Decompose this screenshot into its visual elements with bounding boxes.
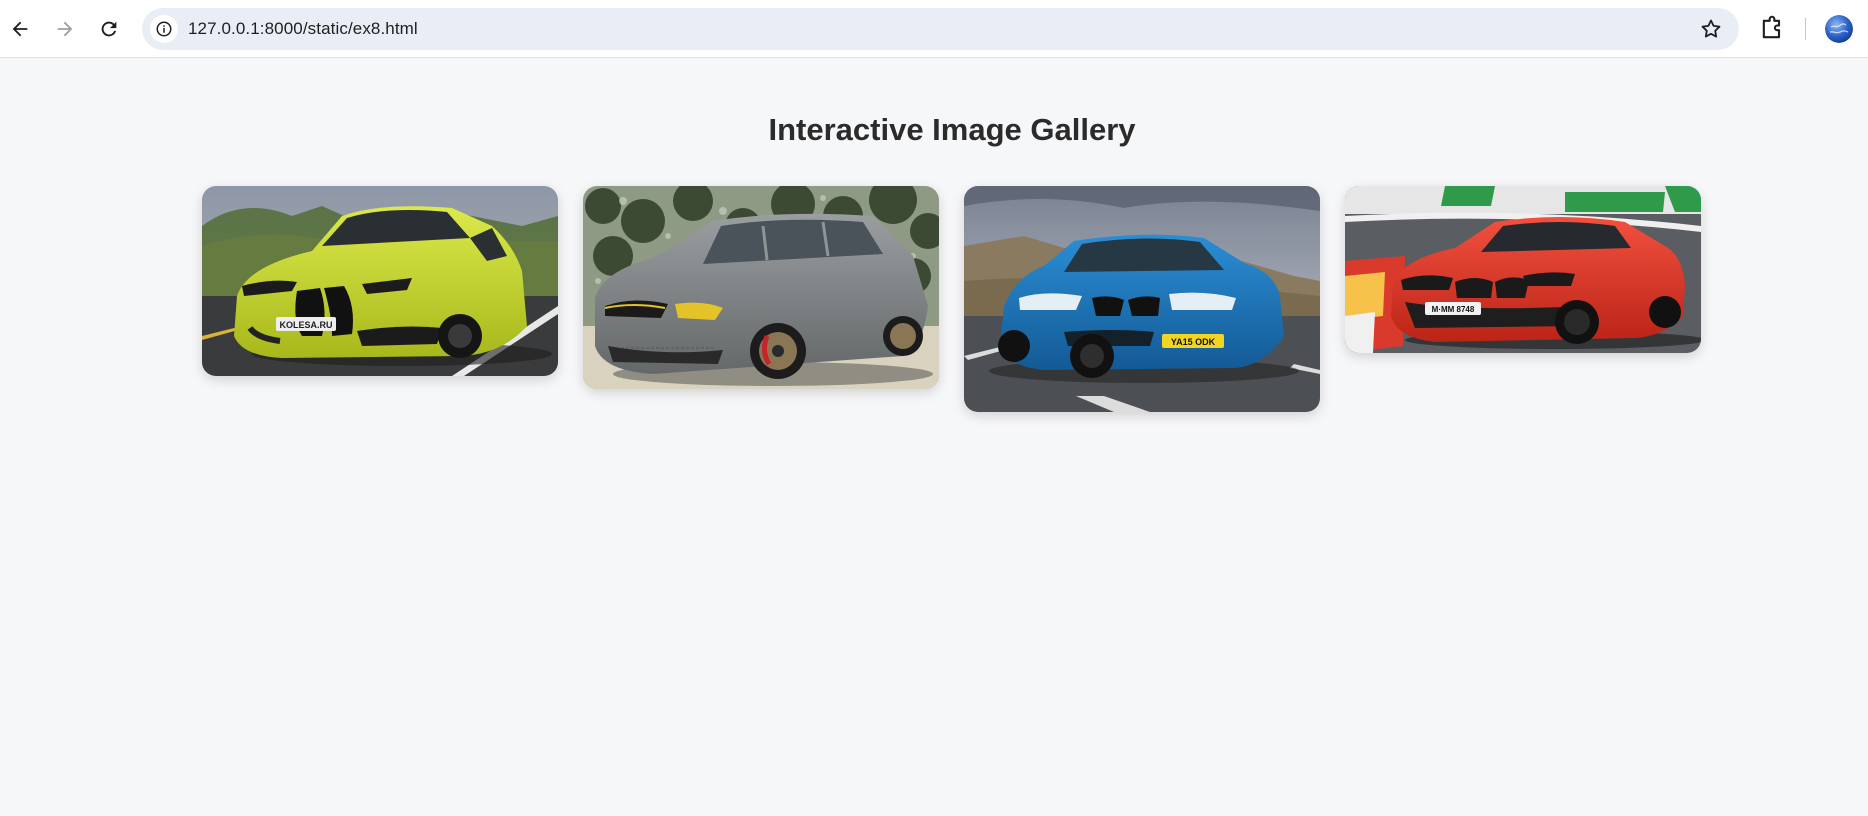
gallery-image-4[interactable]: M·MM 8748 [1345,186,1701,353]
license-plate-text: M·MM 8748 [1432,305,1475,314]
extensions-icon[interactable] [1758,15,1786,43]
browser-toolbar: 127.0.0.1:8000/static/ex8.html [0,0,1868,58]
forward-button[interactable] [46,10,84,48]
gallery-image-1[interactable]: KOLESA.RU [202,186,558,376]
car-photo-blue: YA15 ODK [964,186,1320,412]
bookmark-star-icon[interactable] [1699,17,1723,41]
forward-arrow-icon [57,21,73,37]
toolbar-divider [1805,18,1806,40]
car-photo-red: M·MM 8748 [1345,186,1701,353]
car-photo-yellow: KOLESA.RU [202,186,558,376]
gallery-image-2[interactable] [583,186,939,389]
license-plate-text: YA15 ODK [1171,337,1216,347]
back-arrow-icon [12,21,28,37]
back-button[interactable] [1,10,39,48]
page-title: Interactive Image Gallery [768,112,1136,147]
license-plate-text: KOLESA.RU [279,320,332,330]
site-info-icon[interactable] [150,15,178,43]
reload-icon [101,21,117,37]
url-text[interactable]: 127.0.0.1:8000/static/ex8.html [188,19,418,39]
reload-button[interactable] [90,10,128,48]
car-photo-grey [583,186,939,389]
gallery-image-3[interactable]: YA15 ODK [964,186,1320,412]
address-bar[interactable]: 127.0.0.1:8000/static/ex8.html [142,8,1739,50]
profile-avatar[interactable] [1825,15,1853,43]
